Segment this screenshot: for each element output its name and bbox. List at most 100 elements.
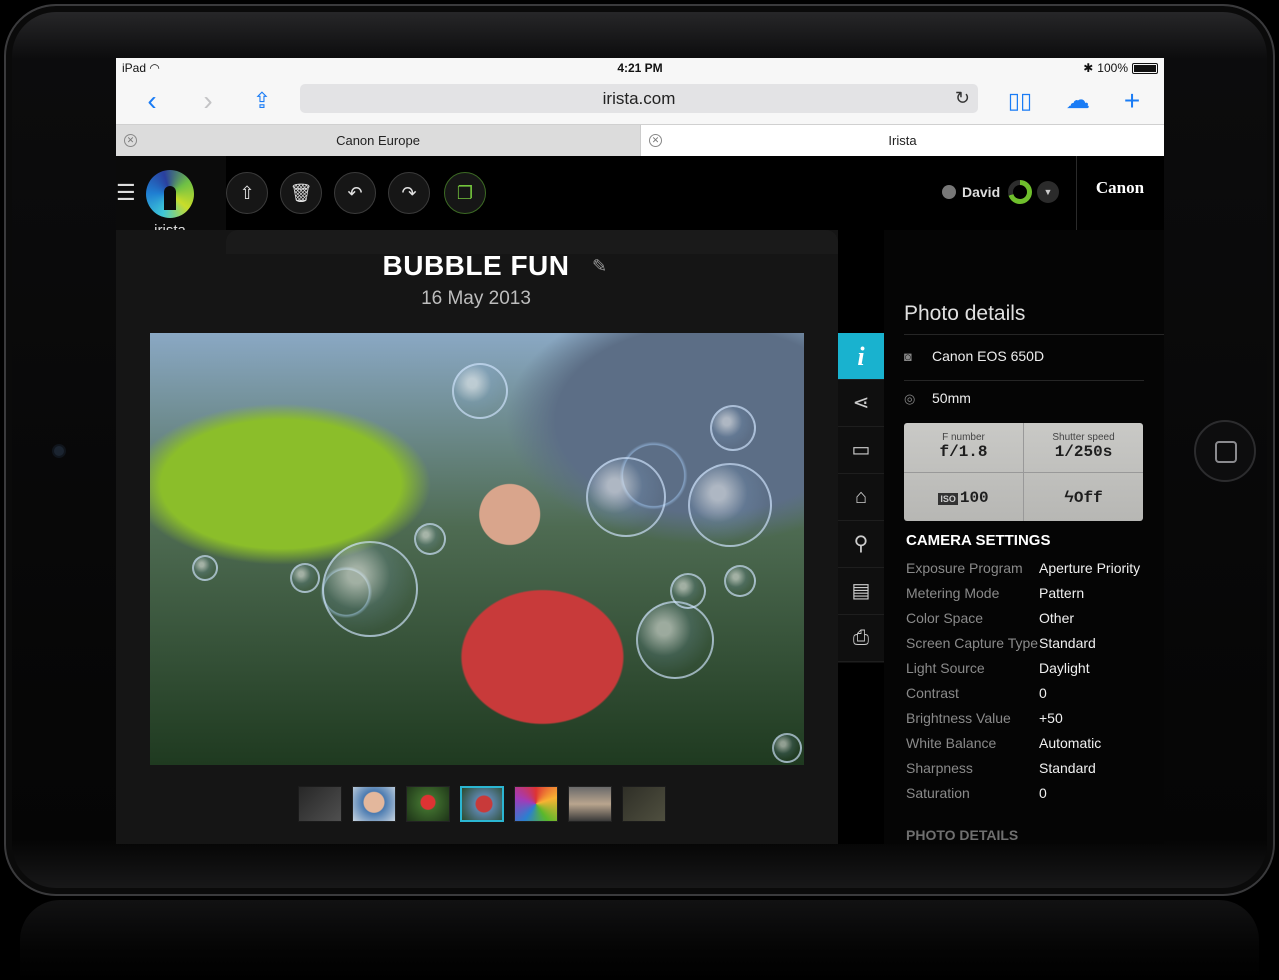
flash-value: Off (1073, 489, 1103, 507)
camera-settings-list: Exposure Program Aperture Priority Meteri… (906, 560, 1156, 810)
bubble (192, 555, 218, 581)
address-bar[interactable]: irista.com ↻ (300, 84, 978, 113)
close-tab-icon[interactable]: ✕ (649, 134, 662, 147)
lens-value: 50mm (932, 390, 971, 406)
setting-value: Aperture Priority (1039, 560, 1141, 576)
copy-icon[interactable]: ❐ (444, 172, 486, 214)
setting-row: Saturation 0 (906, 785, 1156, 802)
home-square-icon (1215, 441, 1237, 463)
info-icon[interactable]: i (838, 333, 884, 380)
battery-percent: 100% (1097, 61, 1128, 75)
location-icon[interactable]: ⚲ (838, 521, 884, 568)
shutter-value: 1/250s (1054, 443, 1113, 461)
setting-row: White Balance Automatic (906, 735, 1156, 752)
status-time: 4:21 PM (617, 61, 663, 75)
photo-details-panel: Photo details ◙ Canon EOS 650D ◎ 50mm F … (884, 230, 1164, 844)
setting-value: 0 (1039, 785, 1047, 801)
iso-value: 100 (959, 489, 989, 507)
setting-key: Saturation (906, 785, 970, 801)
bubble (452, 363, 508, 419)
setting-row: Brightness Value +50 (906, 710, 1156, 727)
share-sheet-icon[interactable]: ⇪ (244, 84, 280, 118)
divider (904, 380, 1144, 381)
comments-icon[interactable]: ▭ (838, 427, 884, 474)
user-menu[interactable]: David (942, 184, 1000, 200)
thumbnail[interactable] (622, 786, 666, 822)
new-tab-icon[interactable]: + (1114, 84, 1150, 118)
setting-key: Brightness Value (906, 710, 1011, 726)
shutter-label: Shutter speed (1052, 432, 1115, 443)
thumbnail[interactable] (514, 786, 558, 822)
album-icon[interactable]: ▤ (838, 568, 884, 615)
reload-icon[interactable]: ↻ (955, 84, 970, 113)
divider (904, 334, 1164, 335)
share-icon[interactable]: ⋖ (838, 380, 884, 427)
setting-key: White Balance (906, 735, 997, 751)
flash-icon: ϟ (1064, 489, 1074, 507)
storage-ring-icon[interactable] (1008, 180, 1032, 204)
main-photo[interactable] (150, 333, 804, 765)
status-right: ✱ 100% (1083, 61, 1158, 75)
home-button[interactable] (1194, 420, 1256, 482)
flash-cell: ϟOff (1024, 473, 1143, 522)
setting-key: Color Space (906, 610, 984, 626)
cloud-upload-icon[interactable]: ⇧ (226, 172, 268, 214)
fnumber-label: F number (942, 432, 985, 443)
photo-date: 16 May 2013 (421, 288, 531, 309)
setting-row: Contrast 0 (906, 685, 1156, 702)
tag-icon[interactable]: ⌂ (838, 474, 884, 521)
canon-logo[interactable]: Canon (1076, 178, 1164, 198)
setting-key: Screen Capture Type (906, 635, 1039, 651)
forward-icon[interactable]: › (190, 84, 226, 118)
bubble (290, 563, 320, 593)
irista-app: irista ☰ ⇧ 🗑 ↶ ↷ ❐ David ▼ Canon BUBBLE … (116, 156, 1164, 844)
fnumber-cell: F number f/1.8 (904, 423, 1023, 472)
thumbnail[interactable] (298, 786, 342, 822)
chevron-down-icon[interactable]: ▼ (1037, 181, 1059, 203)
exif-summary: F number f/1.8 Shutter speed 1/250s ISO 1… (904, 423, 1143, 521)
front-camera (52, 444, 66, 458)
setting-key: Metering Mode (906, 585, 1000, 601)
back-icon[interactable]: ‹ (134, 84, 170, 118)
camera-icon: ◙ (904, 349, 912, 364)
setting-key: Light Source (906, 660, 985, 676)
tab-canon-europe[interactable]: ✕ Canon Europe (116, 125, 640, 157)
setting-row: Exposure Program Aperture Priority (906, 560, 1156, 577)
url-text: irista.com (602, 89, 676, 108)
device-reflection (20, 900, 1259, 980)
bubble (710, 405, 756, 451)
print-icon[interactable]: ⎙ (838, 615, 884, 662)
menu-icon[interactable]: ☰ (116, 182, 136, 204)
thumbnail[interactable] (352, 786, 396, 822)
trash-icon[interactable]: 🗑 (280, 172, 322, 214)
close-tab-icon[interactable]: ✕ (124, 134, 137, 147)
bookmarks-icon[interactable]: ▯▯ (1002, 84, 1038, 118)
camera-settings-heading: CAMERA SETTINGS (906, 532, 1051, 549)
bubble (586, 457, 666, 537)
setting-value: Other (1039, 610, 1075, 626)
undo-icon[interactable]: ↶ (334, 172, 376, 214)
setting-value: Daylight (1039, 660, 1090, 676)
lens-row: ◎ 50mm (904, 390, 971, 406)
photo-title-wrap: BUBBLE FUN (266, 250, 686, 282)
bubble (688, 463, 772, 547)
safari-toolbar: ‹ › ⇪ irista.com ↻ ▯▯ ☁ + (116, 78, 1164, 124)
filmstrip (298, 786, 666, 822)
app-header: irista ☰ ⇧ 🗑 ↶ ↷ ❐ David ▼ Canon (116, 156, 1164, 254)
lens-icon: ◎ (904, 391, 916, 406)
screen: iPad ◠ 4:21 PM ✱ 100% ‹ › ⇪ irista.com ↻… (116, 58, 1164, 844)
tab-label: Canon Europe (336, 133, 420, 148)
tab-irista[interactable]: ✕ Irista (640, 125, 1164, 157)
bubble (322, 541, 418, 637)
thumbnail[interactable] (406, 786, 450, 822)
iso-cell: ISO 100 (904, 473, 1023, 522)
edit-pencil-icon[interactable]: ✎ (592, 256, 607, 277)
thumbnail-selected[interactable] (460, 786, 504, 822)
bubble (772, 733, 802, 763)
photo-title[interactable]: BUBBLE FUN (266, 250, 686, 282)
redo-icon[interactable]: ↷ (388, 172, 430, 214)
thumbnail[interactable] (568, 786, 612, 822)
icloud-tabs-icon[interactable]: ☁ (1060, 84, 1096, 118)
panel-title: Photo details (904, 302, 1026, 325)
irista-logo-icon[interactable] (146, 170, 194, 218)
